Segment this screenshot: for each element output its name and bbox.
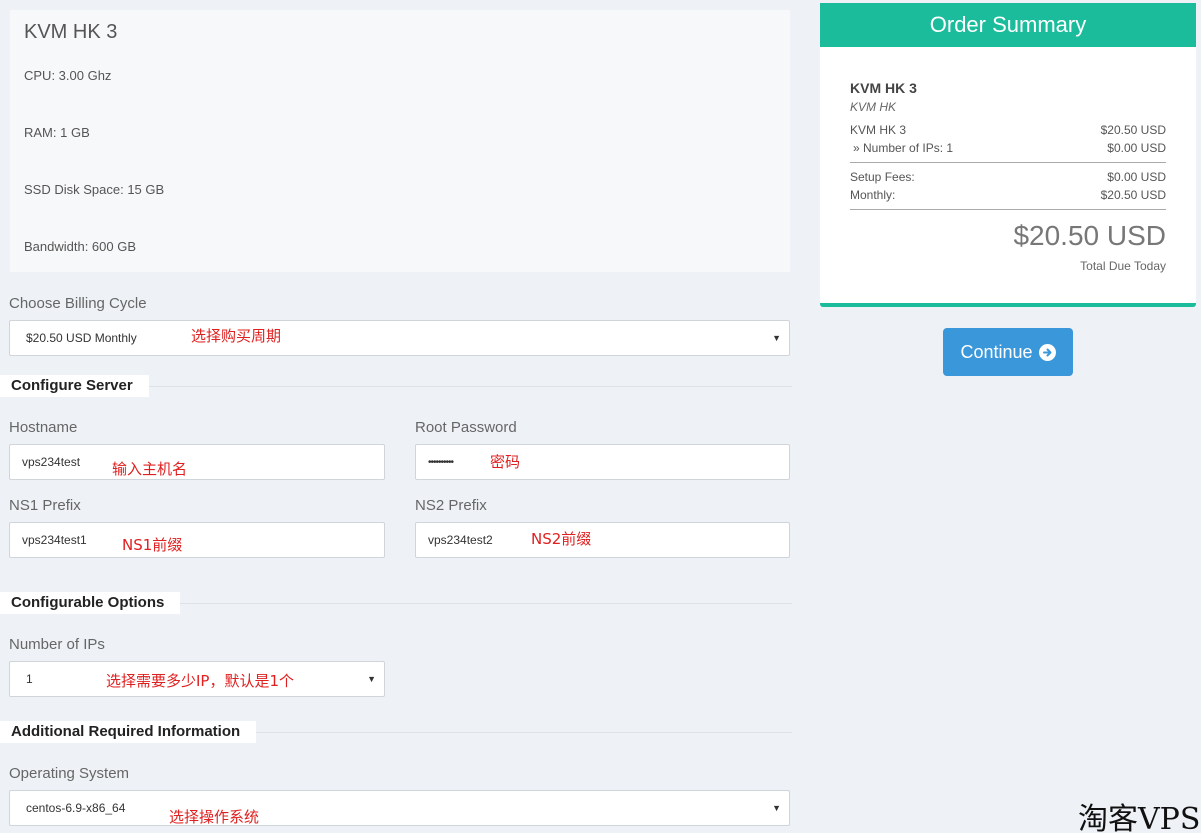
- summary-line-product: KVM HK 3 $20.50 USD: [850, 123, 1166, 137]
- summary-fee-label: Setup Fees:: [850, 170, 915, 184]
- root-password-value: ••••••••••: [428, 456, 454, 468]
- summary-product-group: KVM HK: [850, 100, 897, 114]
- summary-line-amount: $0.00 USD: [1107, 141, 1166, 155]
- hostname-annotation: 输入主机名: [112, 460, 188, 478]
- configure-server-heading: Configure Server: [0, 375, 792, 397]
- root-password-input[interactable]: ••••••••••: [415, 444, 790, 480]
- operating-system-value: centos-6.9-x86_64: [26, 801, 126, 815]
- caret-down-icon: ▼: [367, 674, 376, 684]
- configurable-options-title: Configurable Options: [0, 592, 181, 614]
- operating-system-select[interactable]: centos-6.9-x86_64 ▼: [9, 790, 790, 826]
- operating-system-label: Operating System: [9, 765, 130, 782]
- summary-total: $20.50 USD: [1013, 220, 1166, 251]
- summary-divider: [850, 209, 1166, 210]
- summary-line-amount: $20.50 USD: [1100, 123, 1166, 137]
- billing-cycle-value: $20.50 USD Monthly: [26, 331, 137, 345]
- additional-info-heading: Additional Required Information: [0, 721, 792, 743]
- hostname-value: vps234test: [22, 455, 81, 469]
- number-of-ips-annotation: 选择需要多少IP，默认是1个: [106, 672, 295, 690]
- summary-line-label: » Number of IPs: 1: [853, 141, 954, 155]
- summary-fee-label: Monthly:: [850, 188, 896, 202]
- ns2-prefix-annotation: NS2前缀: [531, 530, 592, 548]
- hostname-input[interactable]: vps234test: [9, 444, 385, 480]
- order-summary-header: Order Summary: [820, 3, 1196, 47]
- ns2-prefix-value: vps234test2: [428, 533, 493, 547]
- billing-cycle-select[interactable]: $20.50 USD Monthly ▼: [9, 320, 790, 356]
- billing-cycle-annotation: 选择购买周期: [191, 327, 282, 345]
- additional-info-title: Additional Required Information: [0, 721, 257, 743]
- root-password-label: Root Password: [415, 419, 517, 436]
- configure-server-title: Configure Server: [0, 375, 149, 397]
- summary-fee-amount: $20.50 USD: [1100, 188, 1166, 202]
- ns2-prefix-label: NS2 Prefix: [415, 497, 487, 514]
- spec-bandwidth: Bandwidth: 600 GB: [24, 239, 137, 254]
- number-of-ips-label: Number of IPs: [9, 636, 105, 653]
- summary-divider: [850, 162, 1166, 163]
- summary-product-name: KVM HK 3: [850, 80, 917, 96]
- caret-down-icon: ▼: [772, 803, 781, 813]
- ns1-prefix-value: vps234test1: [22, 533, 87, 547]
- root-password-annotation: 密码: [490, 453, 521, 471]
- arrow-circle-right-icon: [1038, 343, 1056, 361]
- ns1-prefix-annotation: NS1前缀: [122, 536, 183, 554]
- ns1-prefix-input[interactable]: vps234test1: [9, 522, 385, 558]
- summary-monthly: Monthly: $20.50 USD: [850, 188, 1166, 202]
- caret-down-icon: ▼: [772, 333, 781, 343]
- product-title: KVM HK 3: [24, 21, 118, 43]
- order-summary-panel: Order Summary KVM HK 3 KVM HK KVM HK 3 $…: [820, 3, 1196, 307]
- spec-disk: SSD Disk Space: 15 GB: [24, 182, 165, 197]
- configurable-options-heading: Configurable Options: [0, 592, 792, 614]
- product-info-panel: [10, 10, 790, 272]
- spec-ram: RAM: 1 GB: [24, 125, 90, 140]
- summary-line-label: KVM HK 3: [850, 123, 907, 137]
- number-of-ips-value: 1: [26, 672, 33, 686]
- continue-label: Continue: [960, 341, 1033, 362]
- billing-cycle-label: Choose Billing Cycle: [9, 295, 147, 312]
- summary-total-caption: Total Due Today: [1080, 259, 1166, 273]
- summary-fee-amount: $0.00 USD: [1107, 170, 1166, 184]
- ns1-prefix-label: NS1 Prefix: [9, 497, 81, 514]
- hostname-label: Hostname: [9, 419, 78, 436]
- watermark-text: 淘客VPS: [1078, 802, 1201, 833]
- spec-cpu: CPU: 3.00 Ghz: [24, 68, 112, 83]
- summary-line-ips: » Number of IPs: 1 $0.00 USD: [850, 141, 1166, 155]
- summary-setup-fees: Setup Fees: $0.00 USD: [850, 170, 1166, 184]
- ns2-prefix-input[interactable]: vps234test2: [415, 522, 790, 558]
- continue-button[interactable]: Continue: [943, 328, 1073, 376]
- operating-system-annotation: 选择操作系统: [169, 808, 260, 826]
